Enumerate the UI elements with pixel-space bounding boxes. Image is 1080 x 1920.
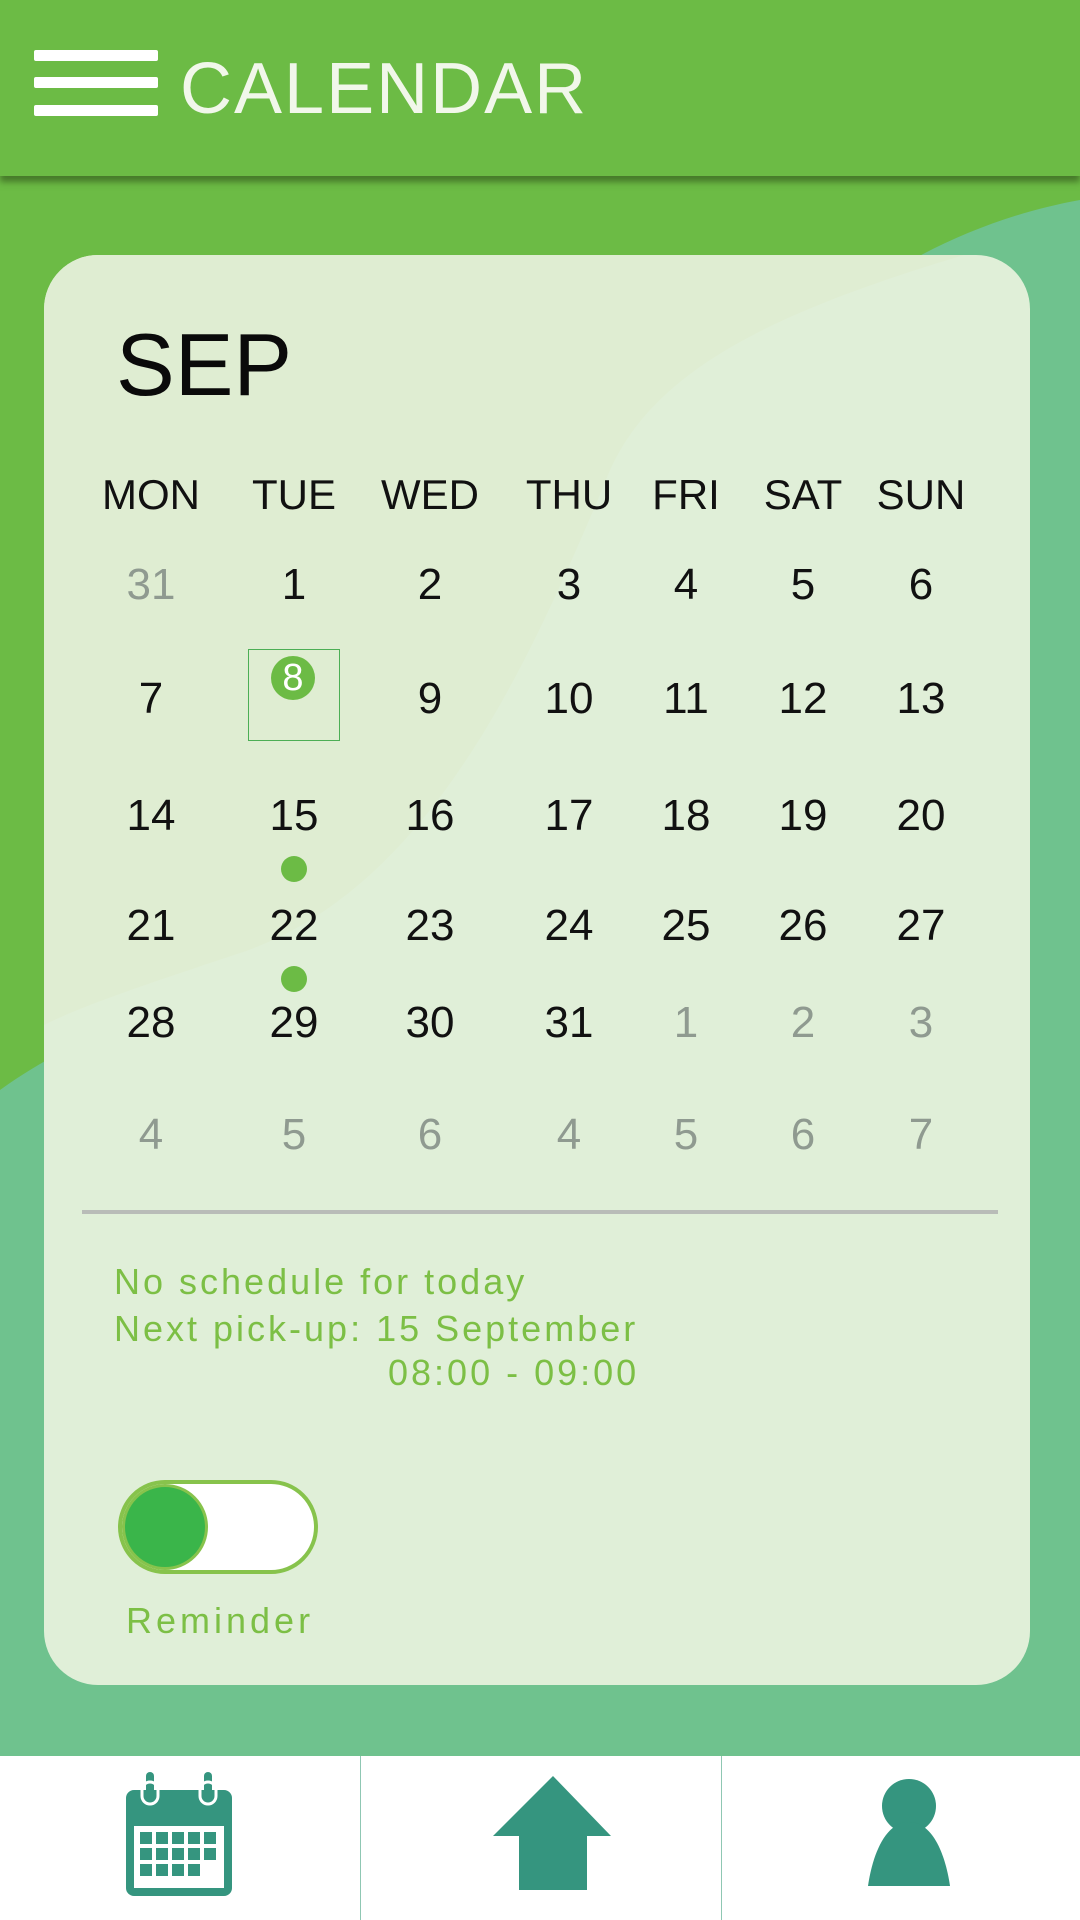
calendar-day[interactable]: 12: [748, 669, 858, 729]
week-row: 28 29 30 31 1 2 3: [44, 993, 1030, 1063]
calendar-day[interactable]: 1: [239, 555, 349, 615]
bottom-navigation: [0, 1756, 1080, 1920]
pickup-event-dot: [281, 856, 307, 882]
adjacent-month-day[interactable]: 5: [631, 1105, 741, 1165]
calendar-day[interactable]: 27: [866, 896, 976, 956]
calendar-day[interactable]: 10: [514, 669, 624, 729]
nav-profile[interactable]: [722, 1756, 1080, 1920]
next-pickup-text: Next pick-up: 15 September: [114, 1308, 639, 1349]
adjacent-month-day[interactable]: 3: [866, 993, 976, 1053]
profile-icon: [868, 1779, 950, 1886]
calendar-day[interactable]: 15: [239, 786, 349, 846]
week-row: 14 15 16 17 18 19 20: [44, 786, 1030, 882]
week-row: 31 1 2 3 4 5 6: [44, 555, 1030, 625]
divider: [82, 1210, 998, 1214]
calendar-day[interactable]: 17: [514, 786, 624, 846]
calendar-day[interactable]: 2: [375, 555, 485, 615]
calendar-day[interactable]: 14: [96, 786, 206, 846]
calendar-day[interactable]: 24: [514, 896, 624, 956]
weekday-label: MON: [102, 471, 200, 518]
weekday-header-row: MON TUE WED THU FRI SAT SUN: [44, 465, 1030, 535]
today-date-marker: 8: [271, 656, 315, 700]
calendar-day[interactable]: 4: [631, 555, 741, 615]
today-status-text: No schedule for today: [114, 1261, 528, 1302]
nav-home[interactable]: [361, 1756, 721, 1920]
calendar-day[interactable]: 30: [375, 993, 485, 1053]
calendar-day[interactable]: 3: [514, 555, 624, 615]
calendar-day[interactable]: 22: [239, 896, 349, 956]
adjacent-month-day[interactable]: 5: [239, 1105, 349, 1165]
reminder-label: Reminder: [126, 1600, 315, 1641]
calendar-day[interactable]: 28: [96, 993, 206, 1053]
pickup-event-dot: [281, 966, 307, 992]
adjacent-month-day[interactable]: 4: [96, 1105, 206, 1165]
calendar-card: SEP MON TUE WED THU FRI SAT SUN 31 1 2 3 4 5 6 7 8 9 10 11…: [44, 255, 1030, 1685]
week-row: 4564567: [44, 1105, 1030, 1175]
calendar-day[interactable]: 9: [375, 669, 485, 729]
calendar-day[interactable]: 19: [748, 786, 858, 846]
adjacent-month-day[interactable]: 6: [375, 1105, 485, 1165]
adjacent-month-day[interactable]: 31: [96, 555, 206, 615]
toggle-knob: [122, 1484, 208, 1570]
month-label: SEP: [116, 315, 293, 414]
hamburger-menu-icon[interactable]: [34, 50, 158, 116]
app-header: CALENDAR: [0, 0, 1080, 176]
app-title: CALENDAR: [180, 49, 589, 129]
weekday-label: SUN: [876, 471, 966, 518]
calendar-day[interactable]: 26: [748, 896, 858, 956]
weekday-label: SAT: [763, 471, 843, 518]
home-icon: [493, 1776, 611, 1890]
weekday-label: TUE: [252, 471, 336, 518]
calendar-day[interactable]: 11: [631, 669, 741, 729]
adjacent-month-day[interactable]: 1: [631, 993, 741, 1053]
calendar-day[interactable]: 13: [866, 669, 976, 729]
weekday-label: FRI: [652, 471, 720, 518]
calendar-day[interactable]: 23: [375, 896, 485, 956]
calendar-day[interactable]: 7: [96, 669, 206, 729]
calendar-day[interactable]: 25: [631, 896, 741, 956]
calendar-day[interactable]: 31: [514, 993, 624, 1053]
calendar-day[interactable]: 21: [96, 896, 206, 956]
weekday-label: WED: [381, 471, 479, 518]
reminder-toggle[interactable]: [118, 1480, 318, 1574]
adjacent-month-day[interactable]: 7: [866, 1105, 976, 1165]
adjacent-month-day[interactable]: 4: [514, 1105, 624, 1165]
adjacent-month-day[interactable]: 6: [748, 1105, 858, 1165]
calendar-day[interactable]: 18: [631, 786, 741, 846]
calendar-day[interactable]: 20: [866, 786, 976, 846]
nav-calendar[interactable]: [0, 1756, 360, 1920]
calendar-day[interactable]: 5: [748, 555, 858, 615]
week-row: 7 8 9 10 11 12 13: [44, 649, 1030, 741]
weekday-label: THU: [525, 471, 613, 518]
calendar-day[interactable]: 29: [239, 993, 349, 1053]
week-row: 21 22 23 24 25 26 27: [44, 896, 1030, 992]
calendar-day[interactable]: 6: [866, 555, 976, 615]
calendar-icon: [126, 1772, 232, 1896]
today-selection-box[interactable]: 8: [248, 649, 340, 741]
pickup-time-text: 08:00 - 09:00: [388, 1352, 640, 1393]
adjacent-month-day[interactable]: 2: [748, 993, 858, 1053]
calendar-day[interactable]: 16: [375, 786, 485, 846]
